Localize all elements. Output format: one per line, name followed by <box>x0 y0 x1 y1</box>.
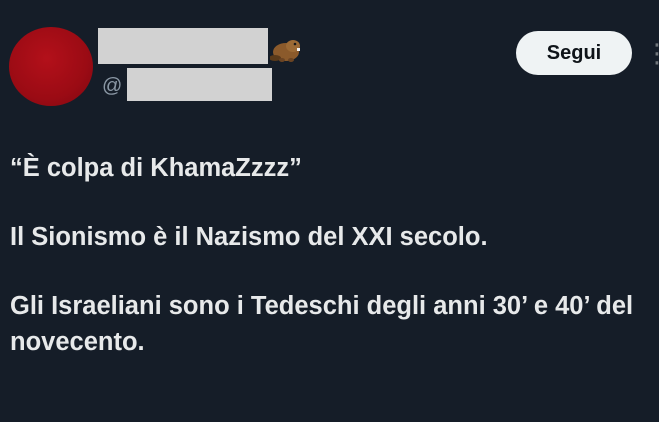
avatar[interactable] <box>9 27 93 106</box>
more-options-icon[interactable]: ⋮ <box>644 38 659 68</box>
tweet-line-quote: “È colpa di KhamaZzzz” <box>10 154 302 182</box>
tweet-text: “È colpa di KhamaZzzz” Il Sionismo è il … <box>10 150 655 393</box>
tweet-line-statement: Il Sionismo è il Nazismo del XXI secolo. <box>10 223 488 251</box>
beaver-emoji-icon <box>270 40 300 62</box>
follow-button[interactable]: Segui <box>516 31 632 75</box>
handle-redacted[interactable] <box>127 68 272 101</box>
tweet-line-comparison: Gli Israeliani sono i Tedeschi degli ann… <box>10 292 634 356</box>
handle-at-sign: @ <box>102 75 123 97</box>
display-name-redacted[interactable] <box>98 28 268 64</box>
